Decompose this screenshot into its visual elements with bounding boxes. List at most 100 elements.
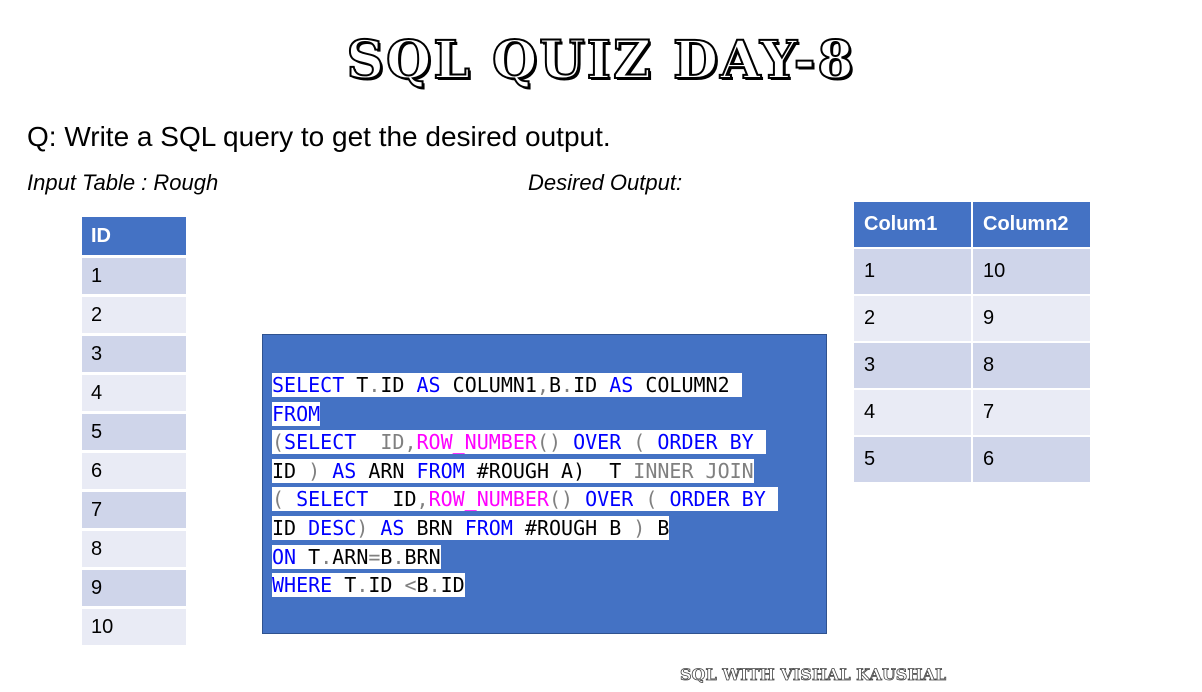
table-cell: 5 [82, 414, 186, 453]
table-cell: 3 [82, 336, 186, 375]
code-token: FROM [416, 458, 465, 483]
code-token [561, 430, 574, 455]
table-cell: 10 [82, 609, 186, 648]
output-table-header-row: Colum1 Column2 [854, 202, 1092, 249]
code-token [657, 487, 670, 512]
sql-code-box: SELECT T.ID AS COLUMN1,B.ID AS COLUMN2 F… [262, 334, 827, 634]
code-line: SELECT T.ID AS COLUMN1,B.ID AS COLUMN2 [272, 371, 778, 400]
table-cell: 2 [82, 297, 186, 336]
code-token [621, 430, 634, 455]
code-token: ID [272, 458, 309, 483]
input-table-header-id: ID [82, 217, 186, 258]
code-token: FROM [272, 401, 321, 426]
table-cell: 6 [82, 453, 186, 492]
table-cell: 2 [854, 296, 973, 343]
sql-code-block: SELECT T.ID AS COLUMN1,B.ID AS COLUMN2 F… [272, 371, 778, 600]
code-token: , [536, 373, 549, 397]
table-cell: 1 [82, 258, 186, 297]
code-token [645, 430, 658, 455]
output-table: Colum1 Column2 1 10 2 9 3 8 4 7 5 6 [854, 202, 1092, 484]
code-token: . [320, 544, 333, 569]
code-token: ( [645, 487, 658, 512]
code-token: . [392, 544, 405, 569]
code-token: BRN [404, 515, 465, 540]
code-token: ( [633, 430, 646, 455]
code-token: T [344, 373, 369, 397]
code-token: SELECT [272, 373, 345, 397]
table-cell: 9 [82, 570, 186, 609]
table-cell: 7 [82, 492, 186, 531]
code-token: ) [633, 515, 646, 540]
code-token: , [416, 487, 429, 512]
question-text: Q: Write a SQL query to get the desired … [27, 121, 611, 152]
code-token: B [416, 573, 429, 598]
code-line: ( SELECT ID,ROW_NUMBER() OVER ( ORDER BY [272, 485, 778, 514]
code-token: #ROUGH A) T [464, 458, 634, 483]
output-table-header-col1: Colum1 [854, 202, 973, 249]
table-row: 4 [82, 375, 186, 414]
code-token: ORDER BY [657, 430, 754, 455]
table-cell: 3 [854, 343, 973, 390]
code-line: ID ) AS ARN FROM #ROUGH A) T INNER JOIN [272, 457, 778, 486]
code-token: ARN [332, 544, 369, 569]
code-token: AS [332, 458, 357, 483]
page-title: SQL QUIZ DAY-8 [345, 29, 856, 92]
table-row: 3 8 [854, 343, 1092, 390]
table-row: 10 [82, 609, 186, 648]
table-cell: 8 [973, 343, 1092, 390]
table-row: 5 [82, 414, 186, 453]
code-token: ID [272, 515, 309, 540]
table-row: 9 [82, 570, 186, 609]
table-cell: 9 [973, 296, 1092, 343]
code-token: B [548, 373, 562, 397]
code-token: OVER [585, 487, 634, 512]
code-token: ON [272, 544, 297, 569]
code-token: T [296, 544, 321, 569]
code-token: OVER [573, 430, 622, 455]
table-row: 4 7 [854, 390, 1092, 437]
code-token: AS [609, 373, 634, 397]
code-token [633, 487, 646, 512]
code-token [320, 458, 333, 483]
table-cell: 6 [973, 437, 1092, 484]
table-row: 5 6 [854, 437, 1092, 484]
code-token: DESC [308, 515, 357, 540]
table-row: 8 [82, 531, 186, 570]
table-cell: 7 [973, 390, 1092, 437]
code-token: T [332, 573, 357, 598]
code-token: ID [368, 487, 417, 512]
code-token [368, 515, 381, 540]
code-token: . [428, 573, 441, 598]
code-token [284, 487, 297, 512]
code-token: ( [272, 430, 285, 455]
code-line: WHERE T.ID <B.ID [272, 571, 778, 600]
code-token: B [380, 544, 393, 569]
code-token: () [536, 430, 562, 455]
output-table-header-col2: Column2 [973, 202, 1092, 249]
code-token: ID [440, 573, 465, 598]
input-table-caption: Input Table : Rough [27, 170, 219, 195]
code-line: ON T.ARN=B.BRN [272, 543, 778, 572]
code-token: #ROUGH B [512, 515, 634, 540]
code-token: BRN [404, 544, 441, 569]
table-row: 3 [82, 336, 186, 375]
table-row: 6 [82, 453, 186, 492]
table-cell: 5 [854, 437, 973, 484]
output-table-caption: Desired Output: [528, 170, 683, 195]
code-token: ORDER BY [669, 487, 766, 512]
code-token: ROW_NUMBER [428, 487, 549, 512]
code-token: () [548, 487, 574, 512]
table-cell: 4 [82, 375, 186, 414]
code-token: ( [272, 487, 285, 512]
table-row: 2 [82, 297, 186, 336]
code-token: ROW_NUMBER [416, 430, 537, 455]
code-token [356, 430, 381, 455]
table-cell: 8 [82, 531, 186, 570]
code-line: ID DESC) AS BRN FROM #ROUGH B ) B [272, 514, 778, 543]
table-row: 7 [82, 492, 186, 531]
table-row: 1 [82, 258, 186, 297]
code-token: . [356, 573, 369, 598]
table-cell: 4 [854, 390, 973, 437]
code-token: INNER JOIN [633, 458, 754, 483]
code-token: COLUMN2 [633, 373, 742, 397]
